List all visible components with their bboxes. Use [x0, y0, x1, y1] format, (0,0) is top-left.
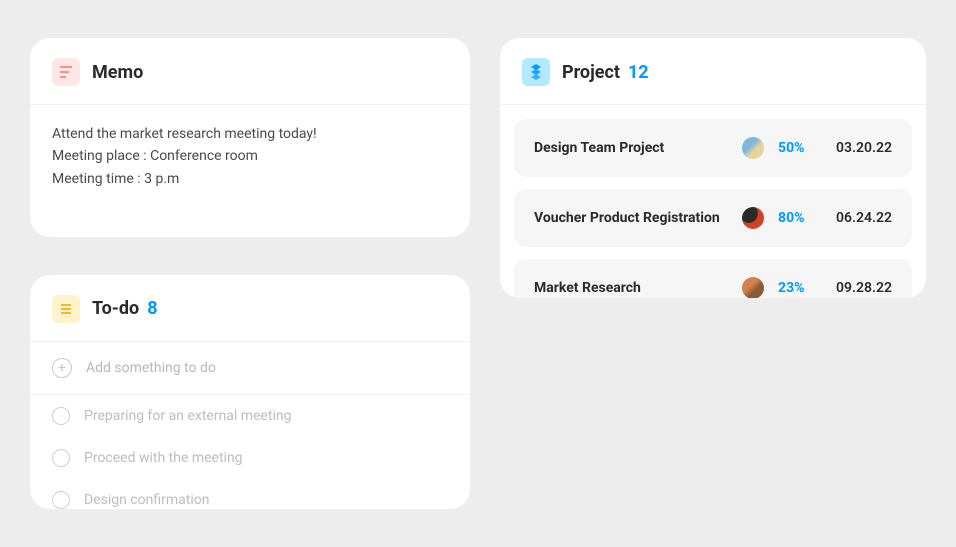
memo-line: Meeting time : 3 p.m: [52, 168, 448, 190]
plus-icon: +: [52, 358, 72, 378]
todo-checkbox[interactable]: [52, 491, 70, 509]
project-header: Project 12: [500, 38, 926, 105]
avatar: [742, 277, 764, 298]
project-card: Project 12 Design Team Project 50% 03.20…: [500, 38, 926, 298]
project-name: Voucher Product Registration: [534, 210, 728, 226]
todo-header: To-do 8: [30, 275, 470, 342]
project-count: 12: [628, 62, 649, 83]
todo-checkbox[interactable]: [52, 407, 70, 425]
memo-body: Attend the market research meeting today…: [30, 105, 470, 237]
todo-body: + Add something to do Preparing for an e…: [30, 342, 470, 510]
todo-label: Proceed with the meeting: [84, 450, 243, 466]
project-body: Design Team Project 50% 03.20.22 Voucher…: [500, 105, 926, 298]
memo-line: Meeting place : Conference room: [52, 145, 448, 167]
memo-icon: [52, 58, 80, 86]
todo-item[interactable]: Proceed with the meeting: [30, 437, 470, 479]
project-row[interactable]: Market Research 23% 09.28.22: [514, 259, 912, 298]
project-name: Design Team Project: [534, 140, 728, 156]
todo-icon: [52, 295, 80, 323]
project-progress: 80%: [778, 210, 822, 226]
todo-label: Design confirmation: [84, 492, 209, 508]
project-row[interactable]: Design Team Project 50% 03.20.22: [514, 119, 912, 177]
todo-card: To-do 8 + Add something to do Preparing …: [30, 275, 470, 510]
todo-count: 8: [147, 298, 157, 319]
memo-card: Memo Attend the market research meeting …: [30, 38, 470, 237]
avatar: [742, 137, 764, 159]
memo-header: Memo: [30, 38, 470, 105]
todo-item[interactable]: Preparing for an external meeting: [30, 395, 470, 437]
project-progress: 23%: [778, 280, 822, 296]
memo-title: Memo: [92, 62, 143, 83]
avatar: [742, 207, 764, 229]
project-row[interactable]: Voucher Product Registration 80% 06.24.2…: [514, 189, 912, 247]
project-title: Project: [562, 62, 620, 83]
todo-item[interactable]: Design confirmation: [30, 479, 470, 510]
project-name: Market Research: [534, 280, 728, 296]
project-date: 06.24.22: [836, 210, 892, 226]
project-icon: [522, 58, 550, 86]
project-progress: 50%: [778, 140, 822, 156]
todo-checkbox[interactable]: [52, 449, 70, 467]
add-todo-placeholder: Add something to do: [86, 360, 216, 376]
project-date: 09.28.22: [836, 280, 892, 296]
todo-label: Preparing for an external meeting: [84, 408, 292, 424]
memo-line: Attend the market research meeting today…: [52, 123, 448, 145]
todo-title: To-do: [92, 298, 139, 319]
project-date: 03.20.22: [836, 140, 892, 156]
add-todo-button[interactable]: + Add something to do: [30, 342, 470, 395]
